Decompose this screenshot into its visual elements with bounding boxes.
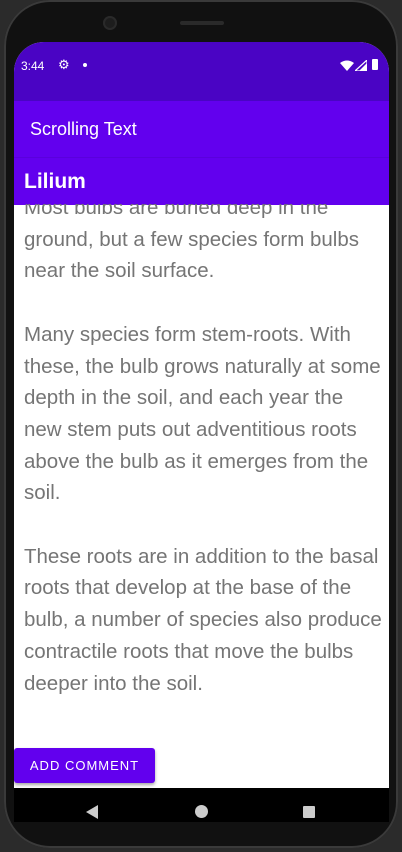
article-body: Most bulbs are buried deep in the ground… (24, 204, 382, 695)
wifi-icon (340, 60, 354, 71)
dot-icon (83, 63, 87, 67)
camera-icon (103, 16, 117, 30)
app-bar: Scrolling Text (14, 101, 389, 157)
article-scroll-view[interactable]: Most bulbs are buried deep in the ground… (14, 204, 389, 750)
top-bezel (0, 0, 402, 44)
app-title: Scrolling Text (30, 119, 137, 139)
home-icon[interactable] (195, 805, 208, 818)
signal-icon (355, 60, 367, 71)
back-icon[interactable] (86, 805, 98, 819)
battery-icon (372, 59, 378, 70)
recents-icon[interactable] (303, 806, 315, 818)
status-bar: 3:44 ⚙ (14, 42, 389, 101)
screen: 3:44 ⚙ Scrolling Text Lilium Most bulbs … (14, 42, 389, 822)
article-heading-bar: Lilium (14, 157, 389, 205)
navigation-bar (14, 788, 389, 822)
add-comment-button[interactable]: ADD COMMENT (14, 748, 155, 783)
gear-icon: ⚙ (58, 57, 70, 72)
speaker-grille (180, 21, 224, 25)
status-time: 3:44 (21, 59, 45, 73)
article-heading: Lilium (24, 170, 86, 193)
